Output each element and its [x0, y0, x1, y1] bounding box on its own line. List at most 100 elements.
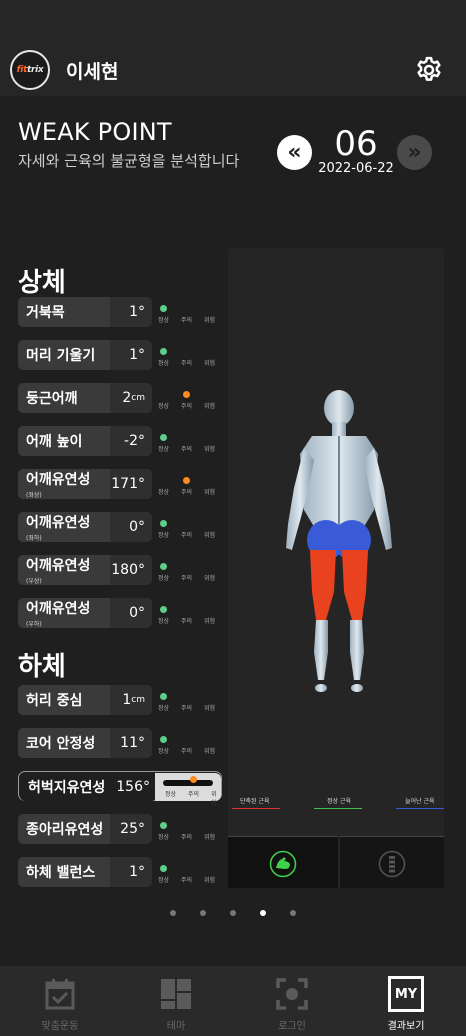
status-dot [183, 391, 190, 398]
status-label: 정상 [158, 446, 170, 453]
measurement-row[interactable]: 어깨유연성 (좌하) 0° 정상 주의 위험 [18, 512, 222, 542]
nav-results[interactable]: MY 결과보기 [348, 966, 464, 1036]
status-label: 주의 [181, 748, 193, 755]
pager-dot[interactable] [260, 910, 266, 916]
status-label: 위험 [204, 575, 216, 582]
nav-custom-exercise[interactable]: 맞춤운동 [2, 966, 118, 1036]
nav-label: 맞춤운동 [41, 1021, 79, 1032]
measurement-row[interactable]: 둥근어깨 2 cm 정상 주의 위험 [18, 383, 222, 413]
measurement-name-box: 거북목 [18, 297, 110, 327]
measurement-row[interactable]: 어깨유연성 (우상) 180° 정상 주의 위험 [18, 555, 222, 585]
status-indicator: 정상 주의 위험 [156, 555, 220, 585]
measurement-name-box: 코어 안정성 [18, 728, 110, 758]
status-dot [160, 865, 167, 872]
measurement-row[interactable]: 종아리유연성 25° 정상 주의 위험 [18, 814, 222, 844]
status-label: 위험 [204, 877, 216, 884]
nav-label: 로그인 [278, 1021, 306, 1032]
status-dot [160, 434, 167, 441]
pager-dot[interactable] [200, 910, 206, 916]
measurement-row[interactable]: 머리 기울기 1° 정상 주의 위험 [18, 340, 222, 370]
status-dot [183, 477, 190, 484]
measurement-value-box: 171° [110, 469, 152, 499]
measurement-name-box: 허벅지유연성 [20, 773, 116, 801]
status-dot [160, 693, 167, 700]
gear-icon[interactable] [414, 55, 444, 85]
status-indicator: 정상 주의 위험 [156, 685, 220, 715]
measurement-name: 종아리유연성 [26, 822, 104, 838]
status-indicator: 정상 주의 위험 [156, 857, 220, 887]
measurement-side: (우하) [26, 621, 42, 628]
date-day: 06 [334, 124, 378, 164]
status-label: 위험 [211, 791, 217, 807]
status-indicator: 정상 주의 위험 [156, 426, 220, 456]
measurement-row[interactable]: 허벅지유연성 156° 정상 주의 위험 [18, 771, 222, 807]
pager-dot[interactable] [170, 910, 176, 916]
status-label: 위험 [204, 705, 216, 712]
body-muscle-figure [286, 390, 392, 692]
status-label: 주의 [181, 317, 193, 324]
lower-body-title: 하체 [18, 652, 66, 682]
tab-spine[interactable] [340, 836, 444, 888]
measurement-value-box: 180° [110, 555, 152, 585]
measurement-value: 156° [116, 779, 150, 795]
tab-muscle[interactable] [228, 836, 338, 888]
measurement-name: 어깨유연성 [26, 472, 91, 488]
status-label: 정상 [158, 618, 170, 625]
nav-theme[interactable]: 테마 [118, 966, 234, 1036]
measurement-row[interactable]: 어깨유연성 (좌상) 171° 정상 주의 위험 [18, 469, 222, 499]
username: 이세현 [66, 61, 119, 83]
measurement-row[interactable]: 어깨 높이 -2° 정상 주의 위험 [18, 426, 222, 456]
measurement-name-box: 어깨 높이 [18, 426, 110, 456]
measurement-side: (우상) [26, 578, 42, 585]
status-label: 위험 [204, 446, 216, 453]
measurement-value-box: 1 cm [110, 685, 152, 715]
nav-label: 테마 [166, 1021, 186, 1032]
my-icon: MY [388, 976, 424, 1012]
status-label: 정상 [158, 877, 170, 884]
status-label: 위험 [204, 834, 216, 841]
status-label: 주의 [181, 575, 193, 582]
status-label: 주의 [181, 618, 193, 625]
measurement-name: 허벅지유연성 [28, 780, 106, 796]
measurement-name: 어깨유연성 [26, 515, 91, 531]
status-label: 정상 [158, 489, 170, 496]
legend-normal-line [314, 808, 362, 809]
status-label: 위험 [204, 403, 216, 410]
status-label: 주의 [181, 489, 193, 496]
measurement-name: 어깨유연성 [26, 558, 91, 574]
pager-dot[interactable] [290, 910, 296, 916]
measurement-name: 머리 기울기 [26, 348, 96, 364]
measurement-row[interactable]: 코어 안정성 11° 정상 주의 위험 [18, 728, 222, 758]
status-label: 주의 [181, 877, 193, 884]
status-label: 정상 [158, 575, 170, 582]
measurement-row[interactable]: 허리 중심 1 cm 정상 주의 위험 [18, 685, 222, 715]
measurement-side: (좌하) [26, 535, 42, 542]
measurement-row[interactable]: 하체 밸런스 1° 정상 주의 위험 [18, 857, 222, 887]
status-dot [160, 563, 167, 570]
measurement-name: 거북목 [26, 305, 65, 321]
status-dot [160, 822, 167, 829]
status-dot [160, 305, 167, 312]
status-label: 정상 [158, 705, 170, 712]
status-dot [160, 736, 167, 743]
status-label: 위험 [204, 317, 216, 324]
measurement-value-box: 1° [110, 297, 152, 327]
app-logo[interactable]: fittrix [10, 50, 50, 90]
measurement-row[interactable]: 어깨유연성 (우하) 0° 정상 주의 위험 [18, 598, 222, 628]
measurement-value: 0° [129, 519, 145, 535]
status-label: 정상 [158, 403, 170, 410]
nav-login[interactable]: 로그인 [234, 966, 350, 1036]
measurement-row[interactable]: 거북목 1° 정상 주의 위험 [18, 297, 222, 327]
status-dot [160, 520, 167, 527]
measurement-name-box: 허리 중심 [18, 685, 110, 715]
prev-date-button[interactable]: « [277, 135, 312, 170]
measurement-value: 11° [120, 735, 145, 751]
measurement-value: 1 [122, 692, 132, 708]
pager-dot[interactable] [230, 910, 236, 916]
status-dot [190, 776, 197, 783]
date-full: 2022-06-22 [318, 161, 394, 176]
measurement-name: 코어 안정성 [26, 736, 96, 752]
next-date-button[interactable]: » [397, 135, 432, 170]
measurement-value: 0° [129, 605, 145, 621]
status-label: 정상 [158, 834, 170, 841]
